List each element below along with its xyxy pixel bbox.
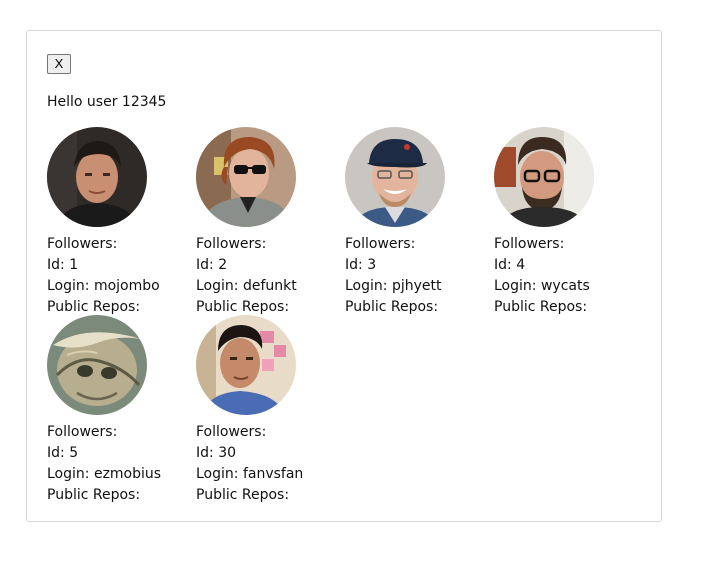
id-value: 3 — [367, 257, 377, 273]
id-row: Id: 30 — [196, 443, 345, 464]
user-list-panel: X Hello user 12345 Followers: Id: 1 Logi… — [26, 30, 662, 522]
login-value: mojombo — [93, 278, 160, 294]
id-row: Id: 5 — [47, 443, 196, 464]
login-row: Login: wycats — [494, 276, 643, 297]
id-row: Id: 3 — [345, 255, 494, 276]
public-repos-row: Public Repos: — [345, 297, 494, 318]
id-value: 30 — [218, 445, 237, 461]
id-row: Id: 1 — [47, 255, 196, 276]
login-value: ezmobius — [93, 466, 162, 482]
login-value: pjhyett — [391, 278, 442, 294]
followers-label: Followers: — [494, 236, 565, 252]
id-row: Id: 2 — [196, 255, 345, 276]
login-label: Login: — [494, 278, 537, 294]
user-avatar — [494, 127, 594, 227]
login-label: Login: — [47, 278, 90, 294]
id-label: Id: — [47, 257, 65, 273]
id-value: 1 — [69, 257, 79, 273]
login-row: Login: mojombo — [47, 276, 196, 297]
user-avatar — [196, 127, 296, 227]
followers-label: Followers: — [47, 424, 118, 440]
user-card: Followers: Id: 1 Login: mojombo Public R… — [47, 127, 196, 315]
close-button[interactable]: X — [47, 54, 71, 74]
user-avatar — [47, 315, 147, 415]
followers-row: Followers: — [196, 234, 345, 255]
user-avatar — [47, 127, 147, 227]
public-repos-label: Public Repos: — [47, 299, 141, 315]
followers-row: Followers: — [47, 234, 196, 255]
followers-row: Followers: — [345, 234, 494, 255]
user-card: Followers: Id: 30 Login: fanvsfan Public… — [196, 315, 345, 503]
id-label: Id: — [494, 257, 512, 273]
followers-label: Followers: — [47, 236, 118, 252]
login-label: Login: — [196, 278, 239, 294]
followers-label: Followers: — [196, 236, 267, 252]
id-label: Id: — [196, 257, 214, 273]
followers-label: Followers: — [196, 424, 267, 440]
login-row: Login: fanvsfan — [196, 464, 345, 485]
id-value: 4 — [516, 257, 526, 273]
id-value: 2 — [218, 257, 228, 273]
followers-row: Followers: — [47, 422, 196, 443]
user-card: Followers: Id: 5 Login: ezmobius Public … — [47, 315, 196, 503]
user-avatar — [196, 315, 296, 415]
user-grid: Followers: Id: 1 Login: mojombo Public R… — [47, 127, 647, 503]
public-repos-row: Public Repos: — [47, 485, 196, 506]
id-label: Id: — [345, 257, 363, 273]
public-repos-label: Public Repos: — [196, 299, 290, 315]
public-repos-row: Public Repos: — [494, 297, 643, 318]
id-label: Id: — [47, 445, 65, 461]
followers-row: Followers: — [494, 234, 643, 255]
login-row: Login: defunkt — [196, 276, 345, 297]
id-row: Id: 4 — [494, 255, 643, 276]
login-label: Login: — [47, 466, 90, 482]
public-repos-label: Public Repos: — [47, 487, 141, 503]
user-card: Followers: Id: 2 Login: defunkt Public R… — [196, 127, 345, 315]
followers-row: Followers: — [196, 422, 345, 443]
followers-label: Followers: — [345, 236, 416, 252]
user-avatar — [345, 127, 445, 227]
login-label: Login: — [345, 278, 388, 294]
login-value: fanvsfan — [242, 466, 304, 482]
login-value: wycats — [540, 278, 590, 294]
login-value: defunkt — [242, 278, 297, 294]
greeting-text: Hello user 12345 — [47, 94, 167, 110]
login-row: Login: pjhyett — [345, 276, 494, 297]
id-label: Id: — [196, 445, 214, 461]
public-repos-label: Public Repos: — [196, 487, 290, 503]
login-label: Login: — [196, 466, 239, 482]
user-card: Followers: Id: 4 Login: wycats Public Re… — [494, 127, 643, 315]
public-repos-label: Public Repos: — [345, 299, 439, 315]
user-card: Followers: Id: 3 Login: pjhyett Public R… — [345, 127, 494, 315]
public-repos-label: Public Repos: — [494, 299, 588, 315]
login-row: Login: ezmobius — [47, 464, 196, 485]
id-value: 5 — [69, 445, 79, 461]
public-repos-row: Public Repos: — [196, 485, 345, 506]
